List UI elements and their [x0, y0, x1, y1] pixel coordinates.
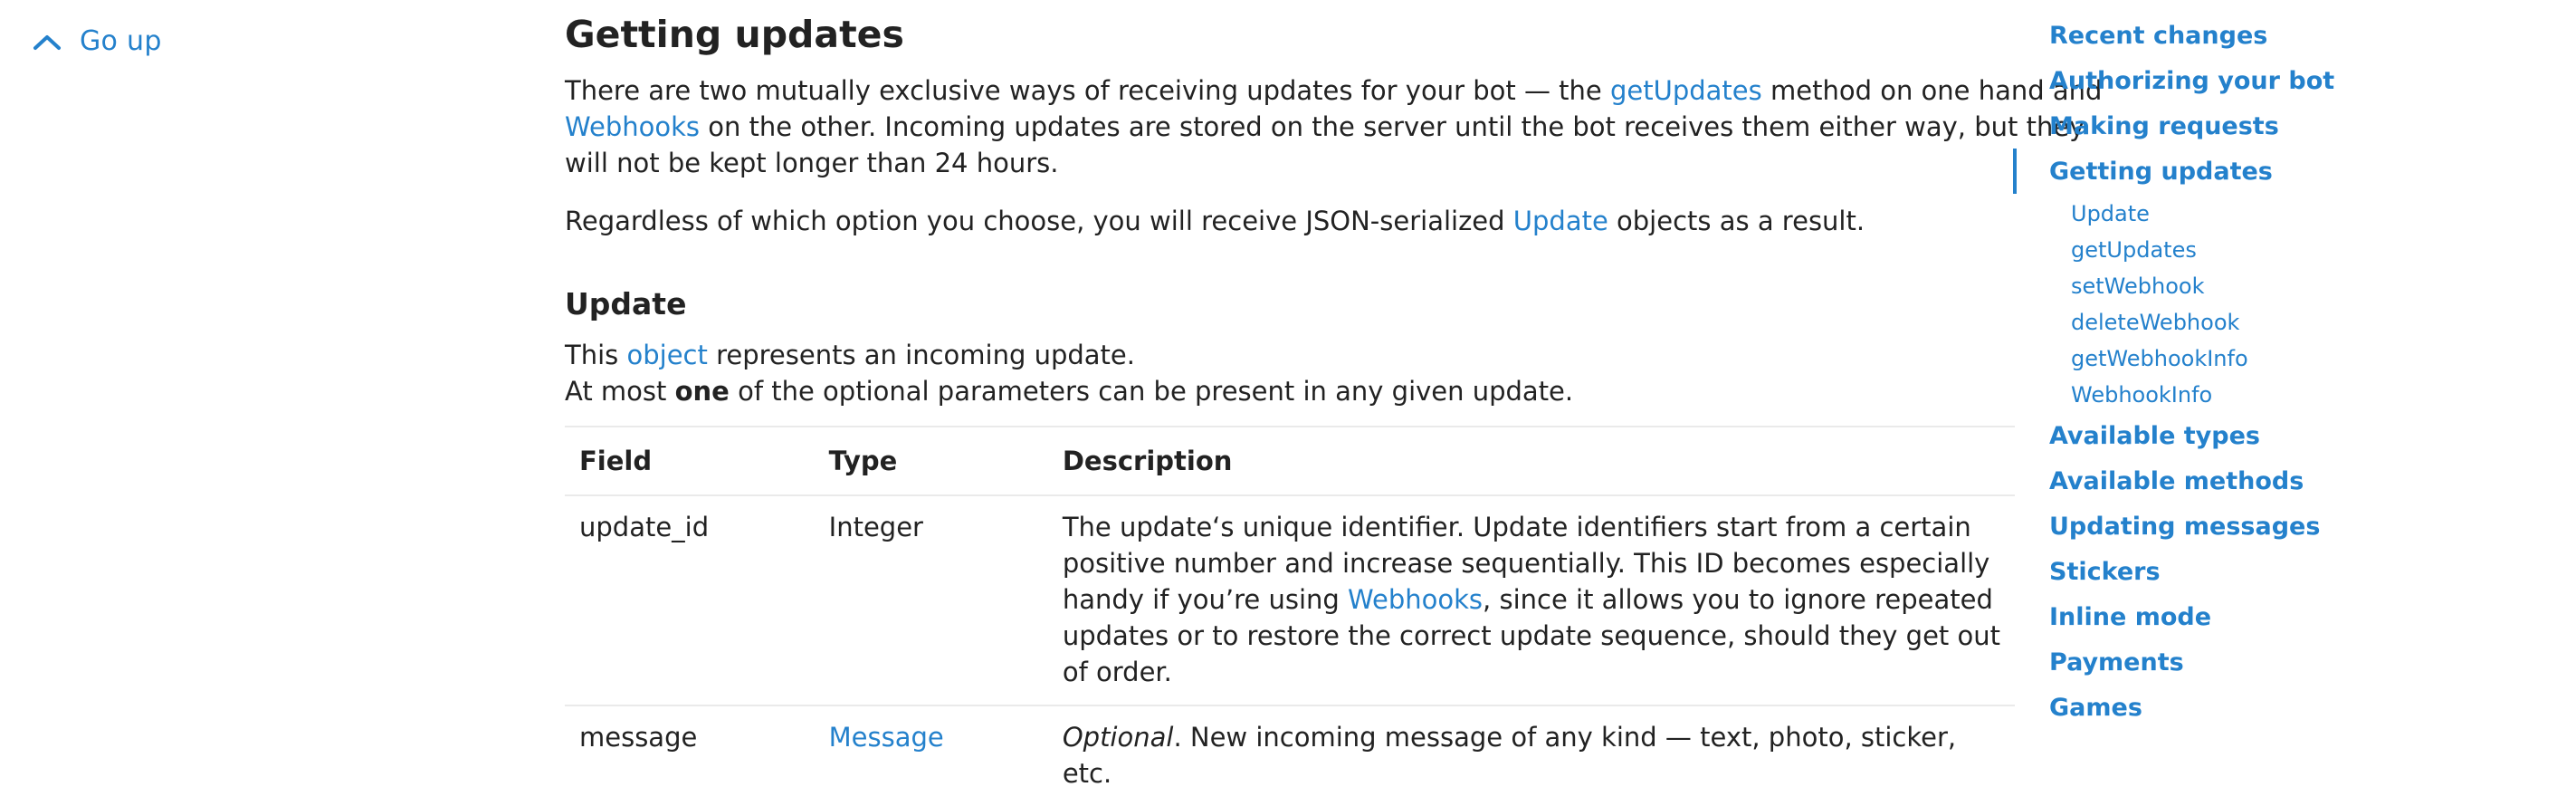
column-header-type: Type [814, 427, 1048, 496]
nav-item-payments[interactable]: Payments [2049, 648, 2184, 676]
update-link[interactable]: Update [1513, 206, 1608, 236]
description-cell: The update‘s unique identifier. Update i… [1062, 512, 2000, 687]
go-up-link[interactable]: Go up [33, 25, 162, 57]
column-header-field: Field [565, 427, 815, 496]
nav-subitem-getwebhookinfo[interactable]: getWebhookInfo [2071, 346, 2248, 371]
nav-subitem-deletewebhook[interactable]: deleteWebhook [2071, 310, 2239, 335]
table-row: update_id Integer The update‘s unique id… [565, 495, 2015, 705]
nav-item-authorizing-your-bot[interactable]: Authorizing your bot [2049, 67, 2334, 95]
fields-table: Field Type Description update_id Integer… [565, 426, 2015, 792]
section-description: This object represents an incoming updat… [565, 340, 1574, 407]
nav-item-recent-changes[interactable]: Recent changes [2049, 22, 2267, 50]
go-up-label: Go up [80, 25, 162, 57]
nav-subitem-setwebhook[interactable]: setWebhook [2071, 273, 2204, 299]
nav-item-available-types[interactable]: Available types [2049, 422, 2260, 450]
description-cell: Optional. New incoming message of any ki… [1062, 722, 1957, 789]
message-type-link[interactable]: Message [829, 722, 944, 753]
page-title: Getting updates [565, 13, 904, 56]
nav-item-inline-mode[interactable]: Inline mode [2049, 603, 2211, 631]
active-indicator [2013, 149, 2017, 194]
webhooks-link[interactable]: Webhooks [1348, 584, 1483, 615]
result-paragraph: Regardless of which option you choose, y… [565, 206, 1865, 236]
type-cell: Integer [828, 512, 923, 542]
section-title: Update [565, 286, 687, 321]
nav-item-available-methods[interactable]: Available methods [2049, 467, 2304, 495]
nav-item-updating-messages[interactable]: Updating messages [2049, 513, 2320, 541]
nav-item-getting-updates[interactable]: Getting updates [2049, 158, 2273, 186]
field-cell: update_id [579, 512, 710, 542]
column-header-description: Description [1047, 427, 2015, 496]
table-row: message Message Optional. New incoming m… [565, 705, 2015, 792]
nav-item-stickers[interactable]: Stickers [2049, 558, 2161, 586]
nav-item-making-requests[interactable]: Making requests [2049, 112, 2279, 140]
nav-subitem-update[interactable]: Update [2071, 201, 2150, 226]
table-header-row: Field Type Description [565, 427, 2015, 496]
nav-subitem-webhookinfo[interactable]: WebhookInfo [2071, 382, 2212, 408]
intro-paragraph: There are two mutually exclusive ways of… [565, 75, 2103, 178]
chevron-up-icon [33, 34, 61, 50]
webhooks-link[interactable]: Webhooks [565, 111, 700, 142]
nav-item-games[interactable]: Games [2049, 694, 2142, 722]
getupdates-link[interactable]: getUpdates [1610, 75, 1762, 106]
nav-subitem-getupdates[interactable]: getUpdates [2071, 237, 2197, 263]
object-link[interactable]: object [626, 340, 707, 370]
field-cell: message [579, 722, 698, 753]
type-cell: Message [815, 705, 1048, 792]
